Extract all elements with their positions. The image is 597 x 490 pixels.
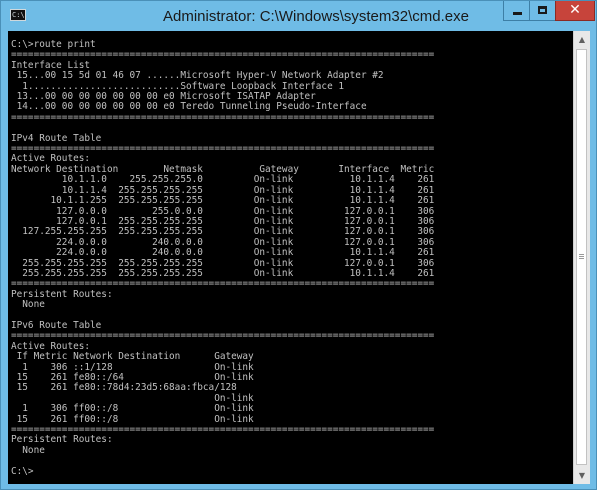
console-text: C:\>route print ========================…: [8, 31, 573, 477]
console-line: Persistent Routes:: [11, 434, 113, 446]
minimize-button[interactable]: [503, 1, 530, 21]
maximize-button[interactable]: [529, 1, 556, 21]
console-line: 15 261 ff00::/8 On-link: [11, 413, 254, 425]
console-line: 127.0.0.0 255.0.0.0 On-link 127.0.0.1 30…: [11, 205, 435, 217]
console-line: 15...00 15 5d 01 46 07 ......Microsoft H…: [11, 70, 384, 82]
console-line: 10.1.1.255 255.255.255.255 On-link 10.1.…: [11, 195, 435, 207]
console-line: 1 306 ::1/128 On-link: [11, 361, 254, 373]
console-line: None: [11, 444, 45, 456]
console-line: C:\>: [11, 465, 34, 477]
console-line: IPv6 Route Table: [11, 319, 102, 331]
console-line: Network Destination Netmask Gateway Inte…: [11, 163, 435, 175]
console-output[interactable]: C:\>route print ========================…: [8, 31, 573, 484]
console-line: 127.255.255.255 255.255.255.255 On-link …: [11, 226, 435, 238]
console-line: IPv4 Route Table: [11, 132, 102, 144]
scrollbar-thumb[interactable]: [576, 49, 587, 465]
console-line: ========================================…: [11, 424, 435, 436]
console-line: 1 306 ff00::/8 On-link: [11, 403, 254, 415]
console-line: None: [11, 299, 45, 311]
console-line: Active Routes:: [11, 153, 91, 165]
close-button[interactable]: ✕: [555, 1, 595, 21]
console-line: 14...00 00 00 00 00 00 00 e0 Teredo Tunn…: [11, 101, 367, 113]
console-line: 15 261 fe80::78d4:23d5:68aa:fbca/128: [11, 382, 237, 394]
console-line: ========================================…: [11, 330, 435, 342]
console-line: ========================================…: [11, 143, 435, 155]
console-line: If Metric Network Destination Gateway: [11, 351, 254, 363]
console-line: 224.0.0.0 240.0.0.0 On-link 10.1.1.4 261: [11, 247, 435, 259]
console-line: 255.255.255.255 255.255.255.255 On-link …: [11, 267, 435, 279]
console-app-icon[interactable]: C:\: [10, 9, 26, 21]
console-line: 1...........................Software Loo…: [11, 80, 345, 92]
console-line: 10.1.1.0 255.255.255.0 On-link 10.1.1.4 …: [11, 174, 435, 186]
console-line: Interface List: [11, 59, 91, 71]
console-line: ========================================…: [11, 111, 435, 123]
console-line: 224.0.0.0 240.0.0.0 On-link 127.0.0.1 30…: [11, 236, 435, 248]
console-line: 255.255.255.255 255.255.255.255 On-link …: [11, 257, 435, 269]
console-line: ========================================…: [11, 49, 435, 61]
cmd-window: C:\ Administrator: C:\Windows\system32\c…: [0, 0, 597, 490]
console-line: ========================================…: [11, 278, 435, 290]
console-client-area: C:\>route print ========================…: [8, 31, 590, 484]
title-bar[interactable]: C:\ Administrator: C:\Windows\system32\c…: [1, 1, 596, 31]
window-title: Administrator: C:\Windows\system32\cmd.e…: [163, 8, 469, 25]
console-line: C:\>route print: [11, 39, 96, 50]
console-line: 13...00 00 00 00 00 00 00 e0 Microsoft I…: [11, 91, 316, 103]
scroll-up-arrow-icon[interactable]: ▲: [574, 31, 590, 48]
console-line: 15 261 fe80::/64 On-link: [11, 372, 254, 383]
console-line: On-link: [11, 392, 254, 404]
console-line: 10.1.1.4 255.255.255.255 On-link 10.1.1.…: [11, 184, 435, 196]
console-line: Persistent Routes:: [11, 288, 113, 300]
close-icon: ✕: [569, 2, 581, 18]
console-line: Active Routes:: [11, 340, 91, 352]
scroll-down-arrow-icon[interactable]: ▼: [574, 467, 590, 484]
console-line: 127.0.0.1 255.255.255.255 On-link 127.0.…: [11, 215, 435, 227]
vertical-scrollbar[interactable]: ▲ ▼: [573, 31, 590, 484]
